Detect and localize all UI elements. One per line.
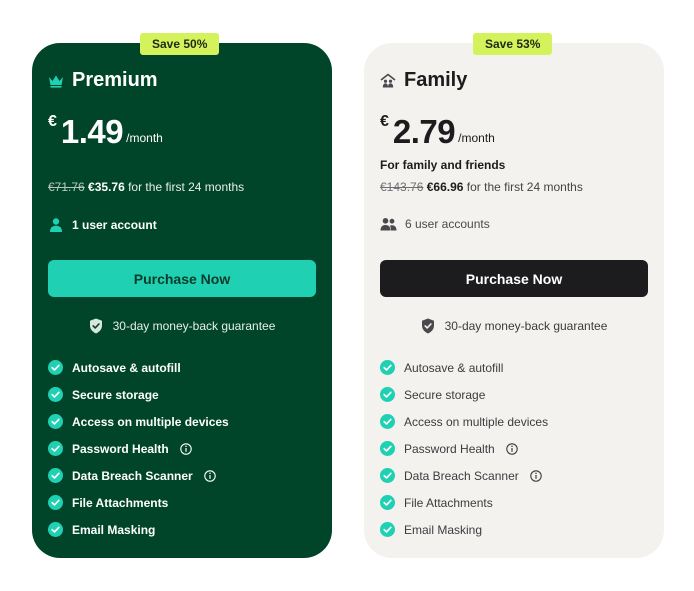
feature-item: Data Breach Scanner: [48, 462, 229, 489]
plan-tagline: For family and friends: [380, 158, 506, 172]
discounted-price: €66.96: [426, 180, 464, 194]
check-circle-icon: [380, 387, 395, 402]
feature-item: Secure storage: [48, 381, 229, 408]
guarantee-label: 30-day money-back guarantee: [112, 319, 276, 333]
feature-label: Email Masking: [72, 522, 156, 537]
feature-item: Email Masking: [48, 516, 229, 543]
feature-label: Data Breach Scanner: [404, 468, 519, 483]
price-amount: 1.49: [60, 113, 124, 150]
currency-symbol: €: [48, 113, 57, 130]
discounted-price: €35.76: [88, 180, 125, 194]
billing-summary: €143.76 €66.96 for the first 24 months: [380, 180, 583, 194]
accounts-info: 6 user accounts: [380, 217, 490, 231]
plan-name: Premium: [72, 69, 158, 91]
family-house-icon: [380, 73, 396, 89]
price: € 2.79 /month: [380, 113, 495, 151]
feature-item: Access on multiple devices: [48, 408, 229, 435]
feature-label: Password Health: [72, 441, 169, 456]
feature-label: Access on multiple devices: [72, 414, 229, 429]
check-circle-icon: [48, 468, 63, 483]
accounts-info: 1 user account: [48, 217, 157, 233]
check-circle-icon: [48, 360, 63, 375]
feature-item: Secure storage: [380, 381, 548, 408]
price-amount: 2.79: [392, 113, 456, 150]
users-icon: [380, 217, 397, 231]
feature-item: Autosave & autofill: [380, 354, 548, 381]
crown-icon: [48, 74, 64, 88]
purchase-now-button[interactable]: Purchase Now: [48, 260, 316, 297]
check-circle-icon: [48, 495, 63, 510]
feature-label: Access on multiple devices: [404, 414, 549, 429]
price: € 1.49 /month: [48, 113, 163, 151]
feature-label: Autosave & autofill: [72, 360, 181, 375]
billing-duration: for the first 24 months: [128, 180, 245, 194]
feature-item: Email Masking: [380, 516, 548, 543]
plan-title-row: Family: [380, 69, 467, 92]
feature-label: Email Masking: [404, 522, 483, 537]
purchase-now-button[interactable]: Purchase Now: [380, 260, 648, 297]
check-circle-icon: [48, 441, 63, 456]
family-plan-card: Save 53% Family € 2.79 /month For family…: [364, 33, 664, 558]
check-circle-icon: [48, 522, 63, 537]
feature-list: Autosave & autofill Secure storage Acces…: [380, 354, 548, 543]
info-icon[interactable]: [203, 469, 216, 482]
check-circle-icon: [380, 522, 395, 537]
feature-item: File Attachments: [48, 489, 229, 516]
feature-label: Password Health: [404, 441, 495, 456]
currency-symbol: €: [380, 113, 389, 130]
feature-label: Secure storage: [72, 387, 159, 402]
check-circle-icon: [380, 414, 395, 429]
original-price: €71.76: [48, 180, 85, 194]
feature-item: Data Breach Scanner: [380, 462, 548, 489]
check-circle-icon: [380, 495, 395, 510]
feature-item: Access on multiple devices: [380, 408, 548, 435]
price-period: /month: [458, 131, 495, 145]
shield-check-icon: [421, 318, 435, 334]
accounts-label: 1 user account: [72, 218, 157, 232]
billing-duration: for the first 24 months: [466, 180, 583, 194]
shield-check-icon: [89, 318, 103, 334]
feature-label: File Attachments: [72, 495, 169, 510]
check-circle-icon: [48, 387, 63, 402]
accounts-label: 6 user accounts: [405, 217, 490, 231]
feature-label: Secure storage: [404, 387, 486, 402]
feature-item: File Attachments: [380, 489, 548, 516]
check-circle-icon: [380, 441, 395, 456]
info-icon[interactable]: [505, 442, 518, 455]
feature-item: Autosave & autofill: [48, 354, 229, 381]
check-circle-icon: [380, 360, 395, 375]
guarantee-label: 30-day money-back guarantee: [444, 319, 608, 333]
price-period: /month: [126, 131, 163, 145]
info-icon[interactable]: [529, 469, 542, 482]
feature-label: File Attachments: [404, 495, 493, 510]
money-back-guarantee: 30-day money-back guarantee: [32, 318, 332, 334]
money-back-guarantee: 30-day money-back guarantee: [364, 318, 664, 334]
info-icon[interactable]: [179, 442, 192, 455]
feature-item: Password Health: [48, 435, 229, 462]
save-badge: Save 50%: [140, 33, 220, 55]
check-circle-icon: [380, 468, 395, 483]
premium-plan-card: Save 50% Premium € 1.49 /month €71.76 €3…: [32, 33, 332, 558]
user-icon: [48, 217, 64, 233]
feature-item: Password Health: [380, 435, 548, 462]
feature-label: Data Breach Scanner: [72, 468, 193, 483]
plan-name: Family: [404, 69, 468, 91]
plan-title-row: Premium: [48, 69, 158, 92]
billing-summary: €71.76 €35.76 for the first 24 months: [48, 180, 244, 194]
original-price: €143.76: [380, 180, 424, 194]
save-badge: Save 53%: [473, 33, 553, 55]
check-circle-icon: [48, 414, 63, 429]
feature-list: Autosave & autofill Secure storage Acces…: [48, 354, 229, 543]
feature-label: Autosave & autofill: [404, 360, 504, 375]
